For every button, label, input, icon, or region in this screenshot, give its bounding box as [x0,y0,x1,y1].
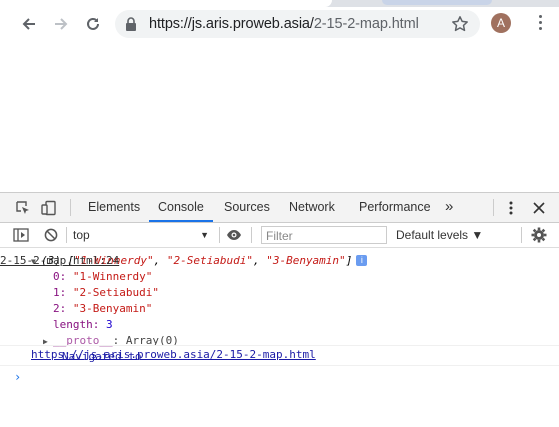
console-settings-button[interactable] [530,226,548,244]
sidebar-toggle-icon [13,228,29,242]
back-arrow-icon [22,18,35,30]
array-length-row: length: 3 [53,318,113,332]
tab-performance[interactable]: Performance [359,193,431,222]
inspect-element-button[interactable] [14,199,32,217]
back-button[interactable] [16,11,42,37]
entry-value: "1-Winnerdy" [72,270,153,283]
background-tab[interactable] [382,0,492,5]
entry-value: "3-Benyamin" [72,302,153,315]
entry-key: 2: [53,302,67,315]
device-icon [41,200,56,216]
url-host: https://js.aris.proweb.asia/ [149,16,314,32]
device-toolbar-button[interactable] [40,199,58,217]
eye-icon [227,230,241,240]
context-selector[interactable]: top ▼ [73,226,213,244]
lock-icon [126,17,136,31]
profile-avatar[interactable]: A [491,13,511,33]
devtools-menu-button[interactable] [502,199,520,217]
close-icon [533,202,545,214]
navigated-prefix: Navigated to [62,350,149,363]
url-text: https://js.aris.proweb.asia/2-15-2-map.h… [149,16,419,32]
entry-value: "2-Setiabudi" [72,286,159,299]
array-entry-0: 0: "1-Winnerdy" [53,270,152,284]
source-link[interactable]: 2-15-2-map.html:24 [0,254,554,268]
console-output: ▼ (3) ["1-Winnerdy", "2-Setiabudi", "3-Be… [0,249,559,427]
star-icon[interactable] [451,15,469,33]
clear-console-button[interactable] [42,226,60,244]
reload-icon [87,17,99,30]
tab-console[interactable]: Console [149,193,213,222]
live-expression-button[interactable] [225,226,243,244]
url-path: 2-15-2-map.html [313,16,419,32]
tab-network[interactable]: Network [289,193,335,222]
inspect-cursor-icon [16,201,29,214]
filter-input[interactable]: Filter [261,226,387,244]
length-value: 3 [105,318,113,331]
kebab-menu-icon [509,201,513,215]
more-tabs-button[interactable]: » [445,198,453,215]
devtools-tab-bar: Elements Console Sources Network Perform… [0,193,559,223]
devtools-panel: Elements Console Sources Network Perform… [0,192,559,427]
log-levels-dropdown[interactable]: Default levels ▼ [396,226,483,244]
array-entry-1: 1: "2-Setiabudi" [53,286,159,300]
block-icon [44,228,58,242]
forward-arrow-icon [55,18,68,30]
address-bar[interactable]: https://js.aris.proweb.asia/2-15-2-map.h… [115,10,480,38]
navigation-message: Navigated to https://js.aris.proweb.asia… [0,345,559,366]
active-tab[interactable] [0,0,332,7]
tab-elements[interactable]: Elements [88,193,140,222]
page-viewport [0,42,559,192]
array-entry-2: 2: "3-Benyamin" [53,302,152,316]
reload-button[interactable] [80,11,106,37]
browser-toolbar: https://js.aris.proweb.asia/2-15-2-map.h… [0,7,559,42]
entry-key: 0: [53,270,67,283]
show-sidebar-button[interactable] [12,226,30,244]
context-value: top [73,228,90,242]
menu-icon[interactable] [538,15,544,33]
console-prompt[interactable]: › [14,370,21,384]
dropdown-arrow-icon: ▼ [200,230,209,240]
tab-sources[interactable]: Sources [224,193,270,222]
forward-button[interactable] [48,11,74,37]
console-toolbar: top ▼ Filter Default levels ▼ [0,223,559,248]
entry-key: 1: [53,286,67,299]
close-devtools-button[interactable] [530,199,548,217]
length-key: length: [53,318,100,331]
tab-strip [0,0,559,7]
gear-icon [531,227,547,243]
